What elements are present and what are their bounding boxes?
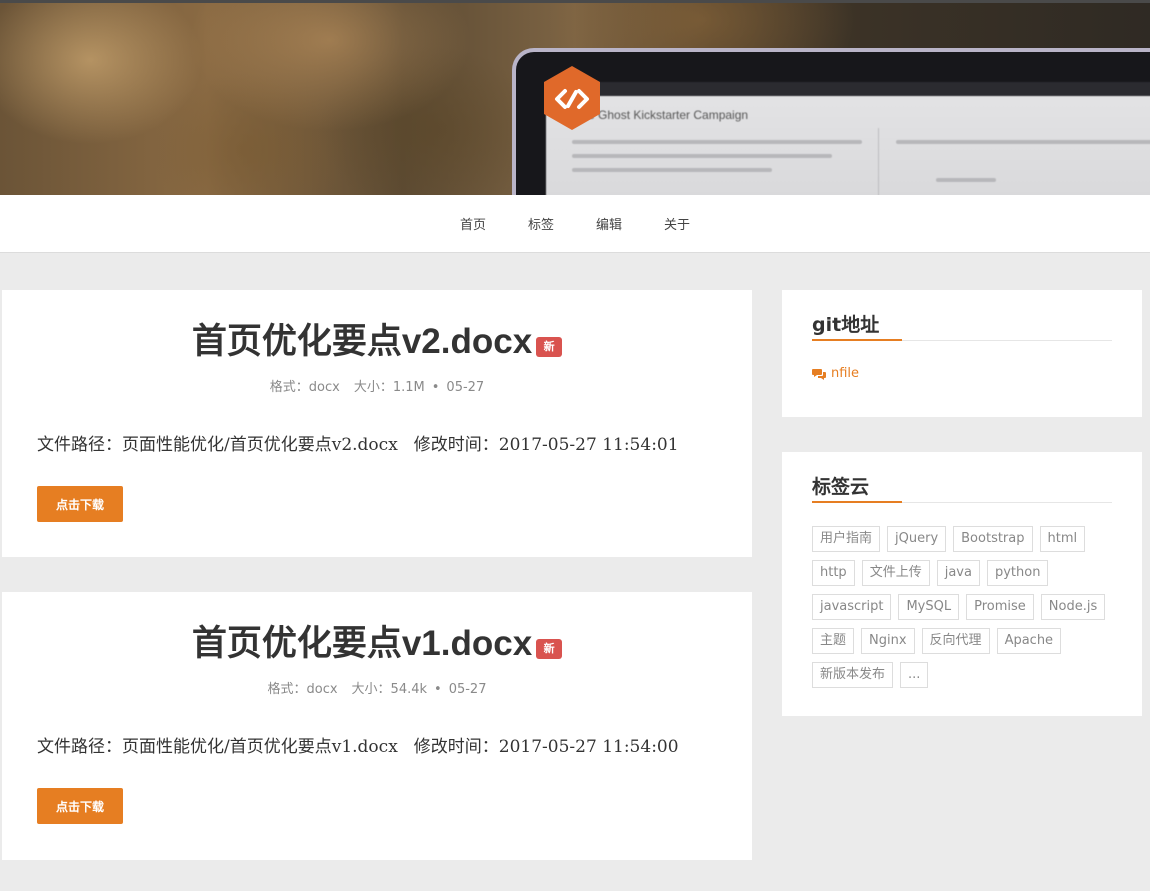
tag-link[interactable]: javascript (812, 594, 892, 620)
banner-top-border (0, 0, 1150, 3)
tag-cloud-widget: 标签云 用户指南 jQuery Bootstrap html http 文件上传… (782, 452, 1142, 716)
git-link-label: nfile (831, 366, 860, 381)
tag-row: javascript MySQL Promise Node.js (812, 594, 1122, 620)
banner-laptop-image: The Ghost Kickstarter Campaign (512, 48, 1150, 195)
tag-row: 新版本发布 ... (812, 662, 1122, 688)
tag-link[interactable]: 反向代理 (921, 628, 990, 654)
tag-link[interactable]: http (812, 560, 855, 586)
tag-row: 用户指南 jQuery Bootstrap html (812, 526, 1122, 552)
more-tags-link[interactable]: ... (900, 662, 929, 688)
tag-cloud: 用户指南 jQuery Bootstrap html http 文件上传 jav… (812, 526, 1122, 696)
laptop-line (936, 178, 996, 182)
tag-link[interactable]: Nginx (861, 628, 915, 654)
download-button[interactable]: 点击下载 (37, 486, 123, 522)
laptop-line (572, 140, 862, 144)
widget-title: 标签云 (812, 476, 870, 498)
post-meta: 格式：docx 大小：54.4k • 05-27 (2, 678, 752, 697)
tag-link[interactable]: MySQL (898, 594, 960, 620)
widget-divider-accent (812, 501, 902, 503)
tag-row: http 文件上传 java python (812, 560, 1122, 586)
logo-hexagon-icon (544, 66, 600, 130)
nav-item-edit[interactable]: 编辑 (596, 214, 622, 233)
post-path: 文件路径：页面性能优化/首页优化要点v1.docx (37, 737, 398, 757)
new-badge: 新 (536, 638, 563, 659)
laptop-line (572, 168, 772, 172)
post-title: 首页优化要点v1.docx 新 (2, 622, 752, 666)
header-banner: The Ghost Kickstarter Campaign (0, 0, 1150, 195)
main-nav: 首页 标签 编辑 关于 (0, 195, 1150, 253)
post-modified: 修改时间：2017-05-27 11:54:01 (413, 435, 679, 455)
post-body: 文件路径：页面性能优化/首页优化要点v1.docx 修改时间：2017-05-27… (37, 732, 679, 757)
post-format: 格式：docx (269, 380, 340, 395)
post-title-link[interactable]: 首页优化要点v2.docx (192, 322, 532, 361)
post-date: 05-27 (446, 380, 485, 395)
laptop-line (572, 154, 832, 158)
post-format: 格式：docx (267, 682, 338, 697)
comments-icon (812, 368, 826, 380)
download-button[interactable]: 点击下载 (37, 788, 123, 824)
tag-link[interactable]: 用户指南 (812, 526, 881, 552)
tag-link[interactable]: html (1039, 526, 1086, 552)
new-badge: 新 (536, 336, 563, 357)
tag-link[interactable]: java (936, 560, 980, 586)
widget-title: git地址 (812, 314, 880, 336)
post-meta: 格式：docx 大小：1.1M • 05-27 (2, 376, 752, 395)
tag-link[interactable]: jQuery (887, 526, 947, 552)
tag-link[interactable]: 主题 (812, 628, 855, 654)
tag-link[interactable]: Apache (996, 628, 1062, 654)
post-card: 首页优化要点v1.docx 新 格式：docx 大小：54.4k • 05-27 文件路… (2, 592, 752, 860)
laptop-panel-divider (878, 128, 879, 195)
tag-link[interactable]: Node.js (1040, 594, 1106, 620)
site-logo[interactable] (541, 64, 603, 132)
widget-divider-accent (812, 339, 902, 341)
post-date: 05-27 (448, 682, 487, 697)
tag-link[interactable]: python (986, 560, 1049, 586)
tag-link[interactable]: Promise (966, 594, 1034, 620)
post-title: 首页优化要点v2.docx 新 (2, 320, 752, 364)
laptop-toolbar (546, 82, 1150, 96)
post-card: 首页优化要点v2.docx 新 格式：docx 大小：1.1M • 05-27 文件路径… (2, 290, 752, 557)
nav-item-about[interactable]: 关于 (664, 214, 690, 233)
post-size: 大小：1.1M (353, 380, 425, 395)
post-modified: 修改时间：2017-05-27 11:54:00 (413, 737, 679, 757)
post-size: 大小：54.4k (351, 682, 428, 697)
banner-laptop-screen: The Ghost Kickstarter Campaign (546, 82, 1150, 195)
post-title-link[interactable]: 首页优化要点v1.docx (192, 624, 532, 663)
nav-item-tags[interactable]: 标签 (528, 214, 554, 233)
tag-link[interactable]: 文件上传 (861, 560, 930, 586)
meta-dot: • (431, 380, 440, 395)
git-widget: git地址 nfile (782, 290, 1142, 417)
laptop-line (896, 140, 1150, 144)
tag-row: 主题 Nginx 反向代理 Apache (812, 628, 1122, 654)
nav-item-home[interactable]: 首页 (460, 214, 486, 233)
post-path: 文件路径：页面性能优化/首页优化要点v2.docx (37, 435, 398, 455)
post-body: 文件路径：页面性能优化/首页优化要点v2.docx 修改时间：2017-05-27… (37, 430, 679, 455)
tag-link[interactable]: Bootstrap (953, 526, 1033, 552)
tag-link[interactable]: 新版本发布 (812, 662, 894, 688)
git-link[interactable]: nfile (812, 366, 859, 381)
meta-dot: • (434, 682, 442, 697)
